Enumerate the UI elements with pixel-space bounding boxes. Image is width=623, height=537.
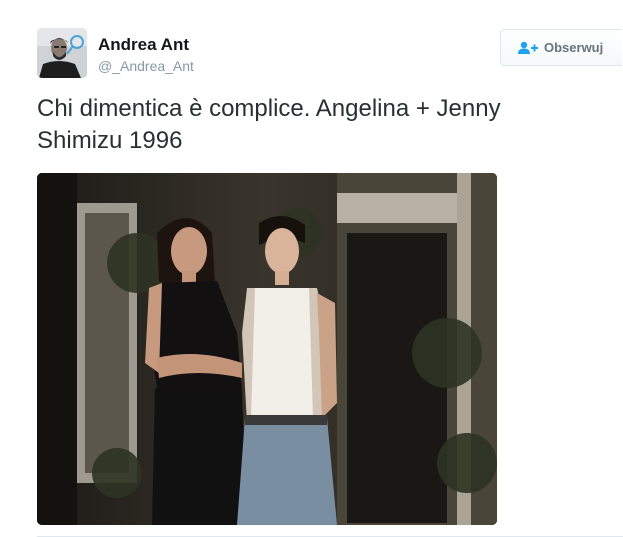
follow-button[interactable]: Obserwuj [500, 29, 622, 66]
tweet-card: Andrea Ant @_Andrea_Ant Obserwuj Chi dim… [0, 0, 623, 537]
user-avatar[interactable] [37, 28, 87, 78]
tweet-photo[interactable] [37, 173, 497, 525]
add-user-icon [517, 41, 539, 55]
user-name[interactable]: Andrea Ant [98, 35, 189, 55]
tweet-text: Chi dimentica è complice. Angelina + Jen… [37, 93, 607, 157]
user-handle[interactable]: @_Andrea_Ant [98, 58, 194, 75]
tweet-text-line-2: Shimizu 1996 [37, 127, 183, 154]
tweet-text-line-1: Chi dimentica è complice. Angelina + Jen… [37, 95, 501, 122]
follow-button-label: Obserwuj [544, 40, 604, 55]
